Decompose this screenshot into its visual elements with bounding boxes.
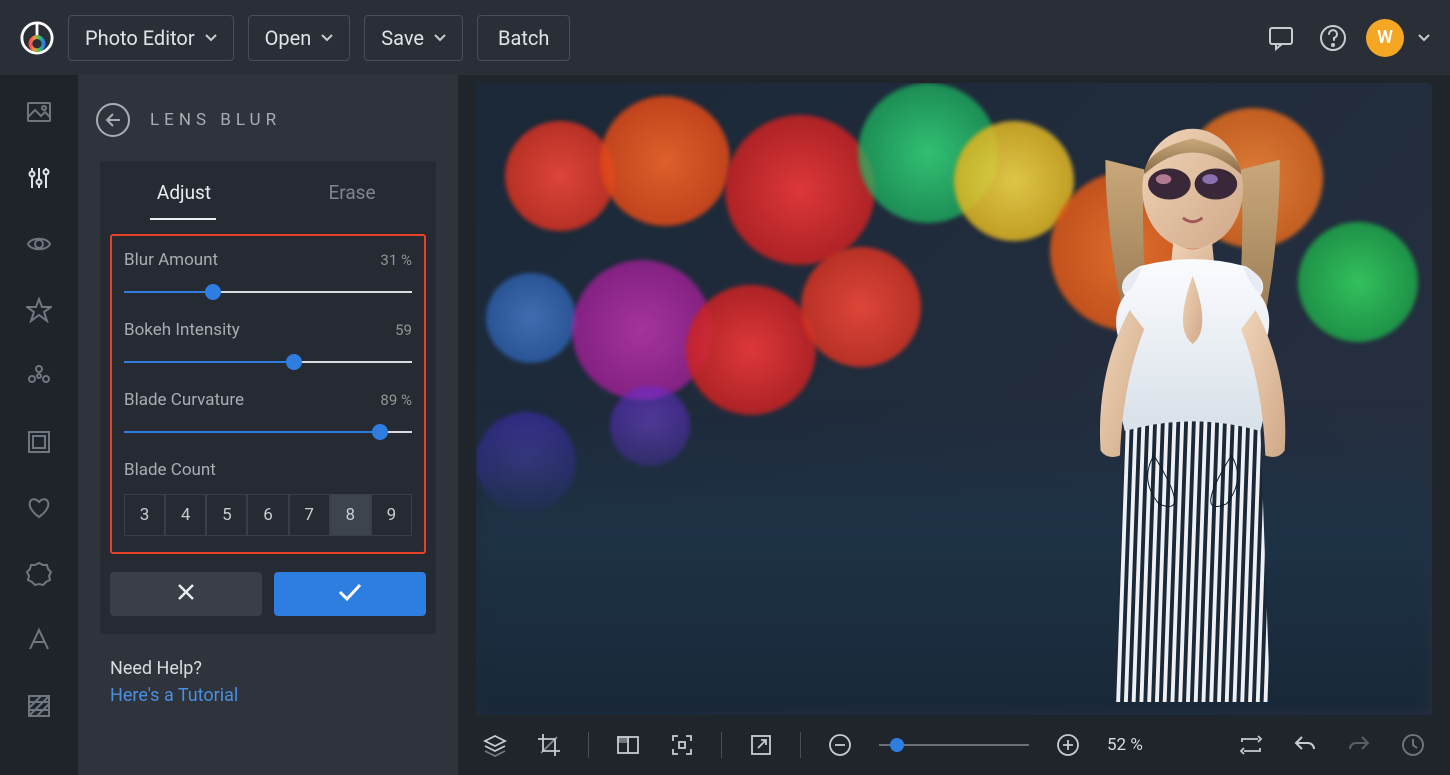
check-icon (337, 582, 363, 606)
help-title: Need Help? (110, 658, 426, 679)
crop-icon[interactable] (534, 730, 564, 760)
fullscreen-icon[interactable] (667, 730, 697, 760)
app-logo (20, 21, 54, 55)
blur-amount-slider[interactable] (124, 284, 412, 300)
blade-count-3[interactable]: 3 (124, 494, 165, 536)
batch-label: Batch (498, 26, 549, 50)
avatar-letter: W (1377, 27, 1393, 48)
blade-count-9[interactable]: 9 (371, 494, 412, 536)
rail-texture-icon[interactable] (24, 691, 54, 721)
blade-curvature-value: 89 % (380, 391, 412, 409)
help-tutorial-link[interactable]: Here's a Tutorial (110, 685, 426, 706)
blur-amount-label: Blur Amount (124, 250, 218, 270)
rail-star-icon[interactable] (24, 295, 54, 325)
panel-title: LENS BLUR (150, 110, 281, 130)
canvas-image[interactable] (476, 83, 1432, 715)
blade-count-8[interactable]: 8 (330, 494, 371, 536)
popout-icon[interactable] (746, 730, 776, 760)
tab-erase[interactable]: Erase (268, 161, 436, 218)
feedback-icon[interactable] (1262, 19, 1300, 57)
rail-heart-icon[interactable] (24, 493, 54, 523)
loop-icon[interactable] (1236, 730, 1266, 760)
open-label: Open (265, 26, 312, 50)
zoom-slider[interactable] (879, 737, 1029, 753)
blade-count-6[interactable]: 6 (247, 494, 288, 536)
rail-image-icon[interactable] (24, 97, 54, 127)
blade-curvature-slider[interactable] (124, 424, 412, 440)
chevron-down-icon[interactable] (1418, 34, 1430, 42)
compare-icon[interactable] (613, 730, 643, 760)
back-button[interactable] (96, 103, 130, 137)
save-button[interactable]: Save (364, 15, 463, 61)
side-panel: LENS BLUR Adjust Erase Blur Amount 31 % (78, 75, 458, 775)
zoom-percent-label: 52 % (1107, 735, 1157, 755)
help-icon[interactable] (1314, 19, 1352, 57)
bottom-toolbar: 52 % (458, 715, 1450, 775)
chevron-down-icon (434, 34, 446, 42)
topbar: Photo Editor Open Save Batch W (0, 0, 1450, 75)
app-mode-selector[interactable]: Photo Editor (68, 15, 234, 61)
control-blade-curvature: Blade Curvature 89 % (124, 390, 412, 440)
save-label: Save (381, 26, 424, 50)
batch-button[interactable]: Batch (477, 15, 570, 61)
cancel-button[interactable] (110, 572, 262, 616)
user-avatar[interactable]: W (1366, 19, 1404, 57)
chevron-down-icon (321, 34, 333, 42)
blur-amount-value: 31 % (380, 251, 412, 269)
blade-count-7[interactable]: 7 (289, 494, 330, 536)
rail-eye-icon[interactable] (24, 229, 54, 259)
blade-count-5[interactable]: 5 (206, 494, 247, 536)
chevron-down-icon (205, 34, 217, 42)
rail-adjust-icon[interactable] (24, 163, 54, 193)
rail-badge-icon[interactable] (24, 559, 54, 589)
undo-button[interactable] (1290, 730, 1320, 760)
layers-icon[interactable] (480, 730, 510, 760)
rail-effects-icon[interactable] (24, 361, 54, 391)
control-bokeh-intensity: Bokeh Intensity 59 (124, 320, 412, 370)
blade-curvature-label: Blade Curvature (124, 390, 244, 410)
controls-highlight-box: Blur Amount 31 % Bokeh Intensity 59 (110, 234, 426, 554)
blade-count-row: 3 4 5 6 7 8 9 (124, 494, 412, 536)
control-blur-amount: Blur Amount 31 % (124, 250, 412, 300)
rail-text-icon[interactable] (24, 625, 54, 655)
open-button[interactable]: Open (248, 15, 351, 61)
history-icon[interactable] (1398, 730, 1428, 760)
tool-rail (0, 75, 78, 775)
redo-button[interactable] (1344, 730, 1374, 760)
control-blade-count: Blade Count 3 4 5 6 7 8 9 (124, 460, 412, 536)
apply-button[interactable] (274, 572, 426, 616)
rail-frame-icon[interactable] (24, 427, 54, 457)
bokeh-intensity-value: 59 (395, 321, 412, 339)
tab-adjust[interactable]: Adjust (100, 161, 268, 218)
zoom-out-button[interactable] (825, 730, 855, 760)
bokeh-intensity-label: Bokeh Intensity (124, 320, 240, 340)
blade-count-4[interactable]: 4 (165, 494, 206, 536)
x-icon (176, 582, 196, 606)
blade-count-label: Blade Count (124, 460, 216, 480)
zoom-in-button[interactable] (1053, 730, 1083, 760)
bokeh-intensity-slider[interactable] (124, 354, 412, 370)
app-mode-label: Photo Editor (85, 26, 195, 50)
